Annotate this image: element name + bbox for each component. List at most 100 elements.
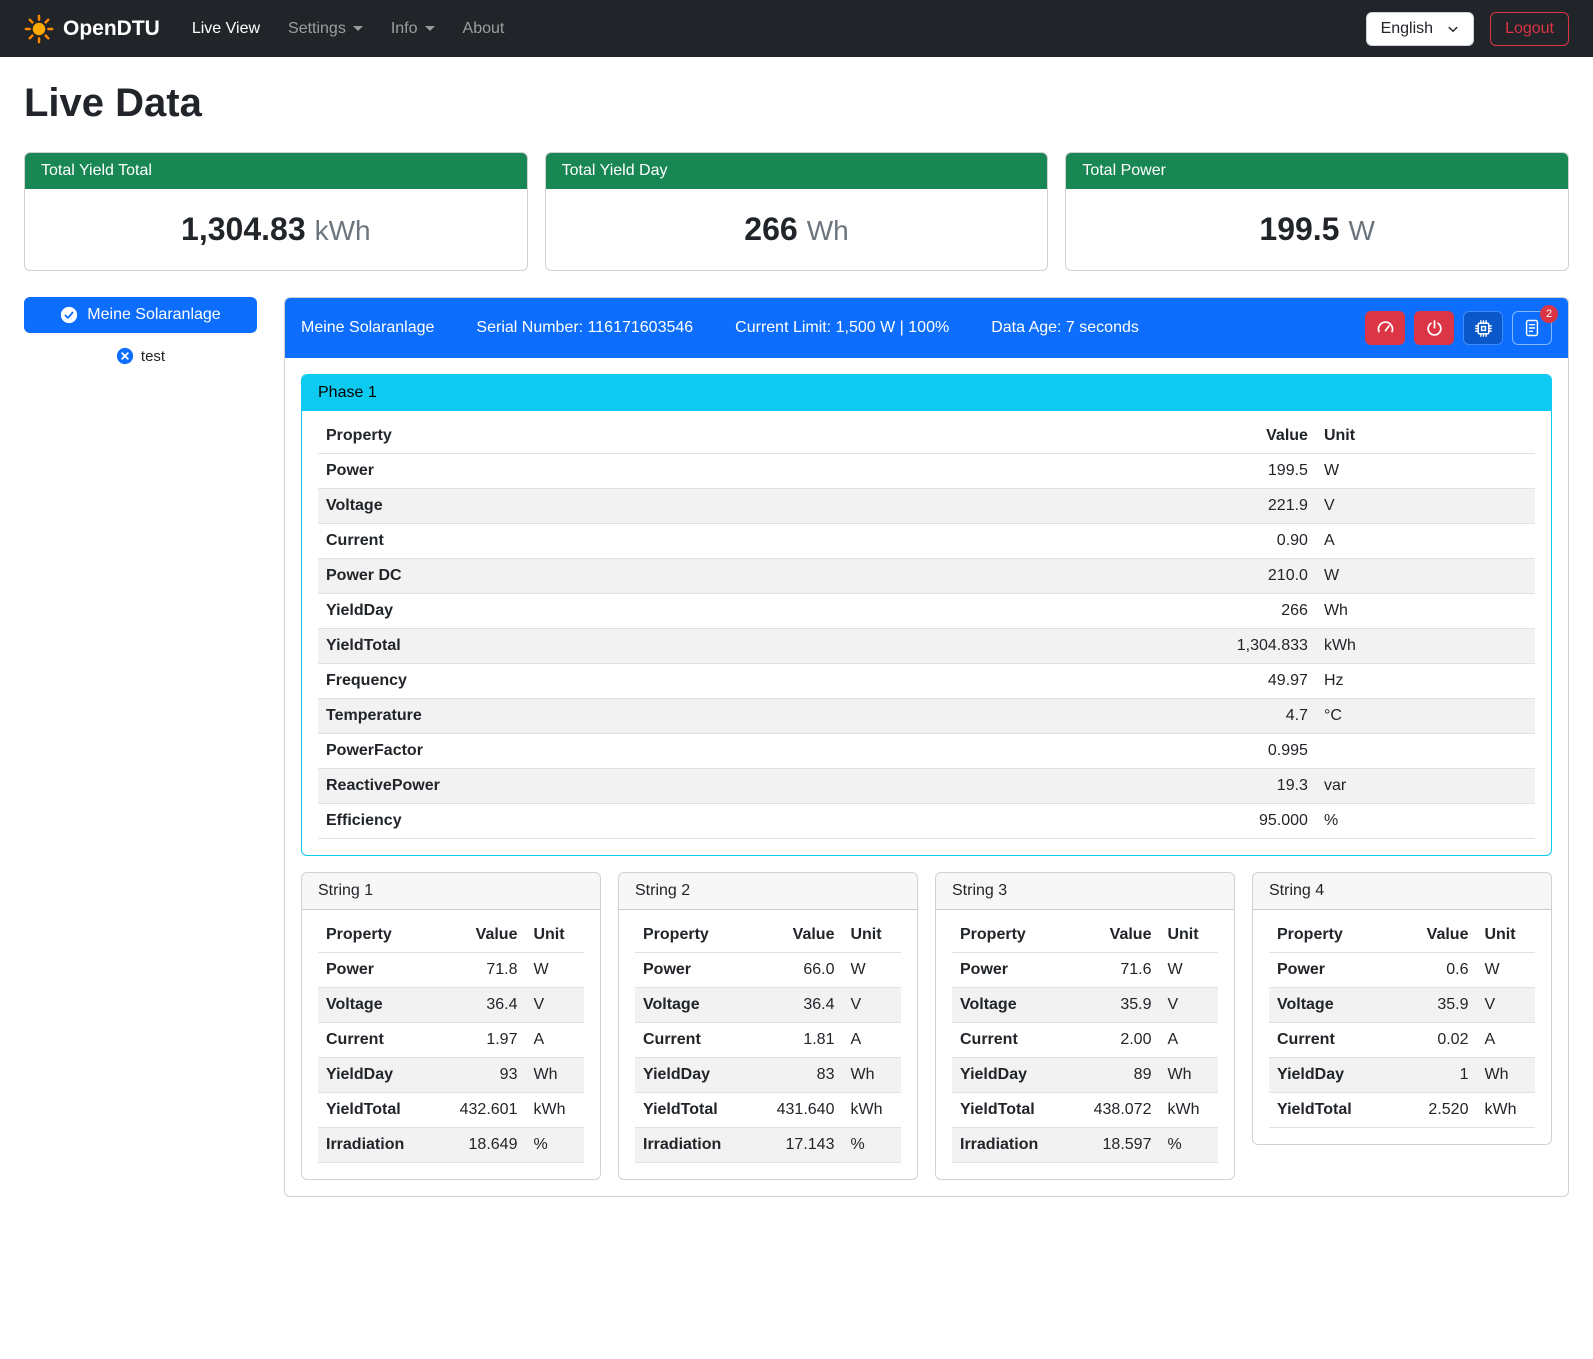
nav-item-about[interactable]: About <box>449 12 519 46</box>
row-value: 2.520 <box>1391 1093 1476 1128</box>
phase-table: Property Value Unit Power <box>318 419 1535 839</box>
row-property: YieldDay <box>318 594 1073 629</box>
row-unit: W <box>842 953 901 988</box>
summary-cards: Total Yield Total 1,304.83kWh Total Yiel… <box>24 152 1569 271</box>
table-row: Voltage 35.9 V <box>1269 988 1535 1023</box>
inverter-data-age: Data Age: 7 seconds <box>991 319 1139 337</box>
table-row: Irradiation 17.143 % <box>635 1128 901 1163</box>
column-header-value: Value <box>1073 419 1316 454</box>
table-row: Power 0.6 W <box>1269 953 1535 988</box>
page-title: Live Data <box>24 81 1569 126</box>
row-property: YieldTotal <box>318 1093 440 1128</box>
language-select[interactable]: English <box>1366 12 1474 46</box>
column-header-unit: Unit <box>525 918 584 953</box>
row-value: 35.9 <box>1074 988 1159 1023</box>
row-property: YieldTotal <box>635 1093 757 1128</box>
row-value: 1.97 <box>440 1023 525 1058</box>
column-header-property: Property <box>318 918 440 953</box>
row-unit: A <box>525 1023 584 1058</box>
row-property: Irradiation <box>952 1128 1074 1163</box>
phase-1-card: Phase 1 Property Value Unit <box>301 374 1552 856</box>
nav-item-info[interactable]: Info <box>377 12 449 46</box>
row-property: Current <box>318 524 1073 559</box>
nav-item-live-view[interactable]: Live View <box>178 12 274 46</box>
row-value: 93 <box>440 1058 525 1093</box>
row-property: PowerFactor <box>318 734 1073 769</box>
event-log-button[interactable]: 2 <box>1512 311 1552 345</box>
row-property: YieldDay <box>318 1058 440 1093</box>
row-unit: kWh <box>525 1093 584 1128</box>
inverter-sidebar: Meine Solaranlage test <box>24 297 257 365</box>
row-unit: A <box>1316 524 1535 559</box>
row-unit: V <box>1316 489 1535 524</box>
column-header-unit: Unit <box>1476 918 1535 953</box>
row-property: Power <box>318 953 440 988</box>
column-header-unit: Unit <box>1159 918 1218 953</box>
column-header-unit: Unit <box>1316 419 1535 454</box>
row-unit: V <box>1476 988 1535 1023</box>
row-unit: Wh <box>1316 594 1535 629</box>
sun-logo-icon <box>24 14 54 44</box>
table-row: Voltage 36.4 V <box>318 988 584 1023</box>
row-property: Power <box>1269 953 1391 988</box>
row-unit: A <box>842 1023 901 1058</box>
logout-button[interactable]: Logout <box>1490 12 1569 46</box>
row-value: 1 <box>1391 1058 1476 1093</box>
string-3-card: String 3 Property Value Unit <box>935 872 1235 1180</box>
row-property: Irradiation <box>635 1128 757 1163</box>
table-row: PowerFactor 0.995 <box>318 734 1535 769</box>
row-value: 18.597 <box>1074 1128 1159 1163</box>
row-unit: % <box>525 1128 584 1163</box>
row-unit: W <box>525 953 584 988</box>
top-navbar: OpenDTU Live View Settings Info About En… <box>0 0 1593 57</box>
total-power-value: 199.5 <box>1259 211 1339 247</box>
row-property: Voltage <box>952 988 1074 1023</box>
power-button[interactable] <box>1414 311 1454 345</box>
journal-icon <box>1522 318 1542 338</box>
sidebar-item-test[interactable]: test <box>24 347 257 365</box>
row-unit: % <box>1159 1128 1218 1163</box>
card-title: Total Yield Day <box>546 153 1048 189</box>
row-unit: kWh <box>1476 1093 1535 1128</box>
column-header-value: Value <box>1391 918 1476 953</box>
row-unit: A <box>1476 1023 1535 1058</box>
brand[interactable]: OpenDTU <box>24 14 160 44</box>
row-value: 1,304.833 <box>1073 629 1316 664</box>
string-3-table: Property Value Unit Power <box>952 918 1218 1163</box>
table-row: YieldDay 93 Wh <box>318 1058 584 1093</box>
column-header-property: Property <box>952 918 1074 953</box>
row-value: 83 <box>757 1058 842 1093</box>
row-property: YieldDay <box>635 1058 757 1093</box>
limit-settings-button[interactable] <box>1365 311 1405 345</box>
row-property: Current <box>635 1023 757 1058</box>
row-value: 0.90 <box>1073 524 1316 559</box>
row-value: 4.7 <box>1073 699 1316 734</box>
row-value: 17.143 <box>757 1128 842 1163</box>
cpu-icon <box>1473 318 1494 339</box>
row-property: Power <box>318 454 1073 489</box>
column-header-value: Value <box>1074 918 1159 953</box>
table-row: Frequency 49.97 Hz <box>318 664 1535 699</box>
inverter-name: Meine Solaranlage <box>301 319 434 337</box>
row-property: Irradiation <box>318 1128 440 1163</box>
nav-item-settings[interactable]: Settings <box>274 12 377 46</box>
total-power-unit: W <box>1348 215 1374 246</box>
row-value: 36.4 <box>757 988 842 1023</box>
row-value: 89 <box>1074 1058 1159 1093</box>
total-power-card: Total Power 199.5W <box>1065 152 1569 271</box>
sidebar-item-meine-solaranlage[interactable]: Meine Solaranlage <box>24 297 257 333</box>
table-row: YieldDay 83 Wh <box>635 1058 901 1093</box>
row-property: Current <box>318 1023 440 1058</box>
inverter-card: Meine Solaranlage Serial Number: 1161716… <box>284 297 1569 1197</box>
row-unit: V <box>842 988 901 1023</box>
string-4-table: Property Value Unit Power <box>1269 918 1535 1128</box>
row-property: YieldTotal <box>952 1093 1074 1128</box>
row-unit: W <box>1476 953 1535 988</box>
row-property: Voltage <box>318 988 440 1023</box>
total-yield-day-value: 266 <box>744 211 797 247</box>
row-value: 221.9 <box>1073 489 1316 524</box>
row-property: YieldTotal <box>318 629 1073 664</box>
table-row: YieldTotal 432.601 kWh <box>318 1093 584 1128</box>
device-info-button[interactable] <box>1463 311 1503 345</box>
row-value: 95.000 <box>1073 804 1316 839</box>
